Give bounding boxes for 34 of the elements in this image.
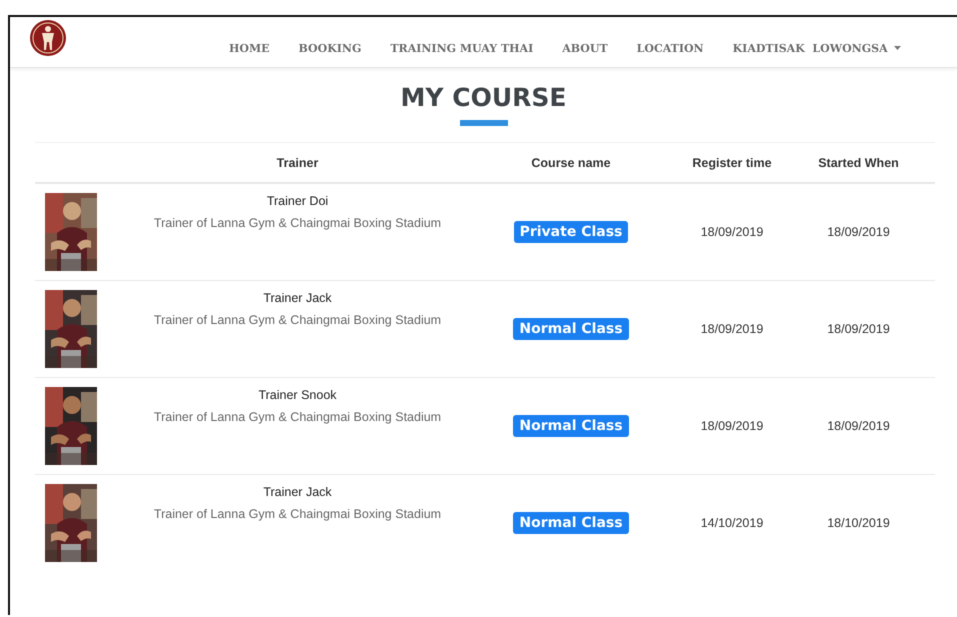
nav-link[interactable]: BOOKING [298,42,362,54]
trainer-description: Trainer of Lanna Gym & Chaingmai Boxing Stadium [154,507,442,521]
column-header: Course name [530,156,612,170]
column-header: Trainer [276,156,320,170]
trainer-name: Trainer Jack [263,485,332,499]
trainer-description: Trainer of Lanna Gym & Chaingmai Boxing Stadium [154,410,442,424]
register-date: 14/10/2019 [700,516,764,530]
title-underline [460,120,508,126]
register-date: 18/09/2019 [700,419,764,433]
nav-link[interactable]: TRAINING MUAY THAI [390,42,534,54]
start-date: 18/09/2019 [826,225,891,239]
start-date: 18/09/2019 [826,419,891,433]
trainer-name: Trainer Jack [263,291,332,305]
register-date: 18/09/2019 [700,322,764,336]
user-menu[interactable]: KIADTISAK LOWONGSA [732,42,901,54]
trainer-description: Trainer of Lanna Gym & Chaingmai Boxing Stadium [154,313,442,327]
start-date: 18/10/2019 [826,516,891,530]
course-badge: Normal Class [513,415,629,437]
start-date: 18/09/2019 [826,322,891,336]
trainer-name: Trainer Doi [266,194,328,208]
course-badge: Normal Class [513,512,629,534]
register-date: 18/09/2019 [700,225,764,239]
course-badge: Private Class [514,221,628,243]
page-title: MY COURSE [400,83,566,112]
trainer-description: Trainer of Lanna Gym & Chaingmai Boxing Stadium [154,216,442,230]
logo-icon[interactable] [29,19,67,57]
column-header: Started When [817,156,900,170]
caret-icon [894,46,901,50]
nav-link[interactable]: HOME [229,42,270,54]
course-badge: Normal Class [513,318,629,340]
nav-link[interactable]: LOCATION [636,42,704,54]
trainer-name: Trainer Snook [258,388,337,402]
nav-link[interactable]: ABOUT [562,42,608,54]
column-header: Register time [691,156,773,170]
